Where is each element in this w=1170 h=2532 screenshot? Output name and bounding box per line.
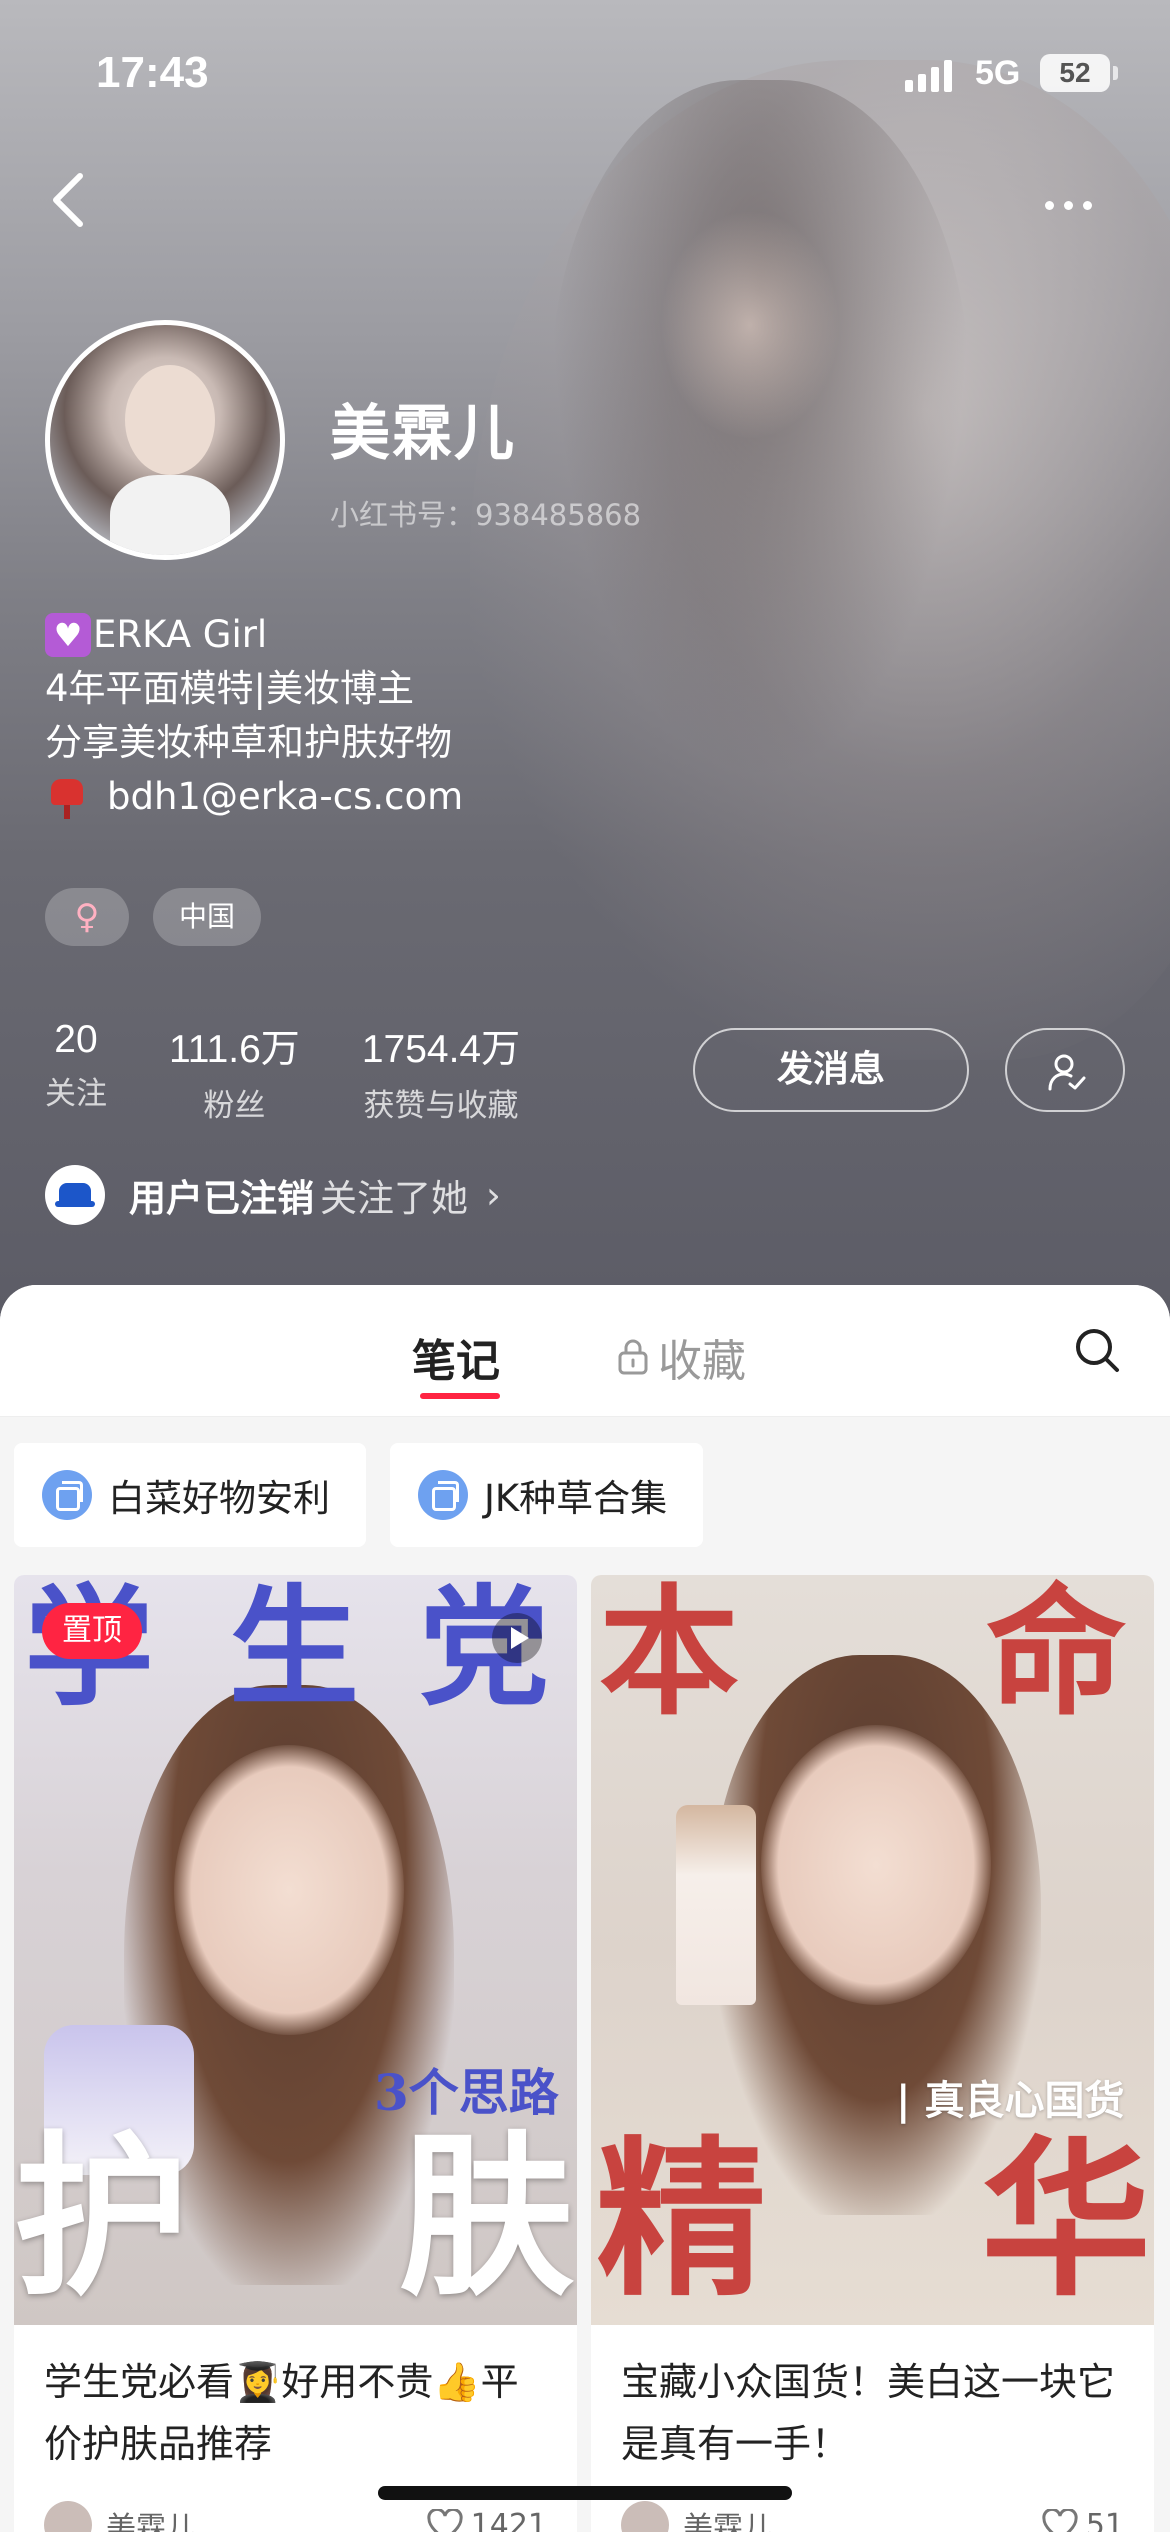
note-title[interactable]: 学生党必看👩‍🎓好用不贵👍平价护肤品推荐 bbox=[14, 2325, 577, 2495]
profile-tags: ♀ 中国 bbox=[45, 888, 262, 946]
bucket-hat-icon bbox=[45, 1165, 105, 1225]
note-cover[interactable]: 本 命 | 真良心国货 精 华 bbox=[591, 1575, 1154, 2325]
search-icon bbox=[1076, 1329, 1119, 1372]
product-bottle bbox=[676, 1805, 756, 2005]
home-indicator[interactable] bbox=[378, 2486, 792, 2500]
send-message-button[interactable]: 发消息 bbox=[693, 1028, 969, 1112]
chevron-left-icon bbox=[53, 173, 83, 227]
video-play-icon bbox=[492, 1613, 542, 1663]
gender-tag: ♀ bbox=[45, 888, 129, 946]
mutual-user-name: 用户已注销 bbox=[129, 1177, 314, 1220]
note-card[interactable]: 本 命 | 真良心国货 精 华 宝藏小众国货！美白这一块它是真有一手！ 美霖儿 … bbox=[591, 1575, 1154, 2532]
heart-icon bbox=[1042, 2509, 1078, 2532]
author-avatar[interactable] bbox=[621, 2501, 669, 2532]
cover-face bbox=[761, 1725, 991, 2005]
signal-icon bbox=[905, 60, 952, 92]
profile-name: 美霖儿 bbox=[330, 399, 516, 469]
purple-heart-icon: ♥ bbox=[45, 613, 91, 657]
battery-icon: 52 bbox=[1040, 54, 1118, 92]
mailbox-icon bbox=[45, 775, 89, 819]
stat-following[interactable]: 20 关注 bbox=[45, 1018, 107, 1125]
status-bar: 17:43 5G 52 bbox=[0, 40, 1170, 110]
more-options-button[interactable] bbox=[1045, 185, 1125, 225]
bio-line-1: ERKA Girl bbox=[93, 613, 268, 656]
note-title[interactable]: 宝藏小众国货！美白这一块它是真有一手！ bbox=[591, 2325, 1154, 2495]
tab-bar: 笔记 收藏 bbox=[0, 1285, 1170, 1417]
stat-followers[interactable]: 111.6万 粉丝 bbox=[169, 1018, 300, 1125]
profile-header: 17:43 5G 52 美霖儿 小红书号：938485868 ♥ ERKA Gi… bbox=[0, 0, 1170, 1320]
back-button[interactable] bbox=[48, 170, 108, 250]
content-sheet: 笔记 收藏 白菜好物安利 JK种草合集 生 党 置顶 3个思路 护 肤 学生党必… bbox=[0, 1285, 1170, 2532]
collection-list: 白菜好物安利 JK种草合集 bbox=[14, 1443, 704, 1547]
background-photo-face bbox=[660, 210, 840, 440]
bio-line-2: 4年平面模特|美妆博主 bbox=[45, 667, 415, 710]
collection-item[interactable]: JK种草合集 bbox=[390, 1443, 704, 1547]
bio-email: bdh1@erka-cs.com bbox=[107, 775, 464, 818]
heart-icon bbox=[427, 2509, 463, 2532]
notes-feed: 学 生 党 置顶 3个思路 护 肤 学生党必看👩‍🎓好用不贵👍平价护肤品推荐 美… bbox=[14, 1575, 1154, 2532]
collection-icon bbox=[42, 1470, 92, 1520]
profile-avatar[interactable] bbox=[45, 320, 285, 560]
note-cover[interactable]: 学 生 党 置顶 3个思路 护 肤 bbox=[14, 1575, 577, 2325]
note-meta: 美霖儿 1421 bbox=[14, 2495, 577, 2532]
more-dot-icon bbox=[1045, 200, 1054, 210]
like-button[interactable]: 51 bbox=[1042, 2508, 1124, 2532]
author-avatar[interactable] bbox=[44, 2501, 92, 2532]
profile-bio: ♥ ERKA Girl 4年平面模特|美妆博主 分享美妆种草和护肤好物 bdh1… bbox=[45, 608, 463, 824]
tab-favorites[interactable]: 收藏 bbox=[616, 1325, 746, 1389]
pinned-badge: 置顶 bbox=[42, 1603, 142, 1659]
note-meta: 美霖儿 51 bbox=[591, 2495, 1154, 2532]
collection-icon bbox=[418, 1470, 468, 1520]
tab-notes[interactable]: 笔记 bbox=[412, 1325, 500, 1389]
network-type: 5G bbox=[975, 54, 1021, 92]
author-name[interactable]: 美霖儿 bbox=[106, 2503, 427, 2532]
active-tab-indicator bbox=[420, 1393, 500, 1399]
collection-item[interactable]: 白菜好物安利 bbox=[14, 1443, 366, 1547]
like-button[interactable]: 1421 bbox=[427, 2508, 547, 2532]
followed-button[interactable] bbox=[1005, 1028, 1125, 1112]
chevron-right-icon: › bbox=[486, 1173, 501, 1217]
like-count: 1421 bbox=[470, 2507, 547, 2532]
profile-id[interactable]: 小红书号：938485868 bbox=[330, 492, 641, 534]
like-count: 51 bbox=[1085, 2507, 1124, 2532]
mutual-action-text: 关注了她 bbox=[320, 1177, 468, 1220]
region-tag: 中国 bbox=[153, 888, 262, 946]
bio-line-3: 分享美妆种草和护肤好物 bbox=[45, 721, 452, 764]
search-button[interactable] bbox=[1072, 1325, 1122, 1379]
stat-likes-collects[interactable]: 1754.4万 获赞与收藏 bbox=[362, 1018, 520, 1125]
note-card[interactable]: 学 生 党 置顶 3个思路 护 肤 学生党必看👩‍🎓好用不贵👍平价护肤品推荐 美… bbox=[14, 1575, 577, 2532]
profile-stats: 20 关注 111.6万 粉丝 1754.4万 获赞与收藏 bbox=[45, 1018, 582, 1125]
user-check-icon bbox=[1048, 1054, 1086, 1091]
mutual-follow-row[interactable]: 用户已注销 关注了她 › bbox=[45, 1165, 501, 1225]
lock-icon bbox=[618, 1339, 648, 1375]
author-name[interactable]: 美霖儿 bbox=[683, 2503, 1042, 2532]
status-time: 17:43 bbox=[96, 48, 209, 97]
cover-face bbox=[174, 1745, 404, 2035]
